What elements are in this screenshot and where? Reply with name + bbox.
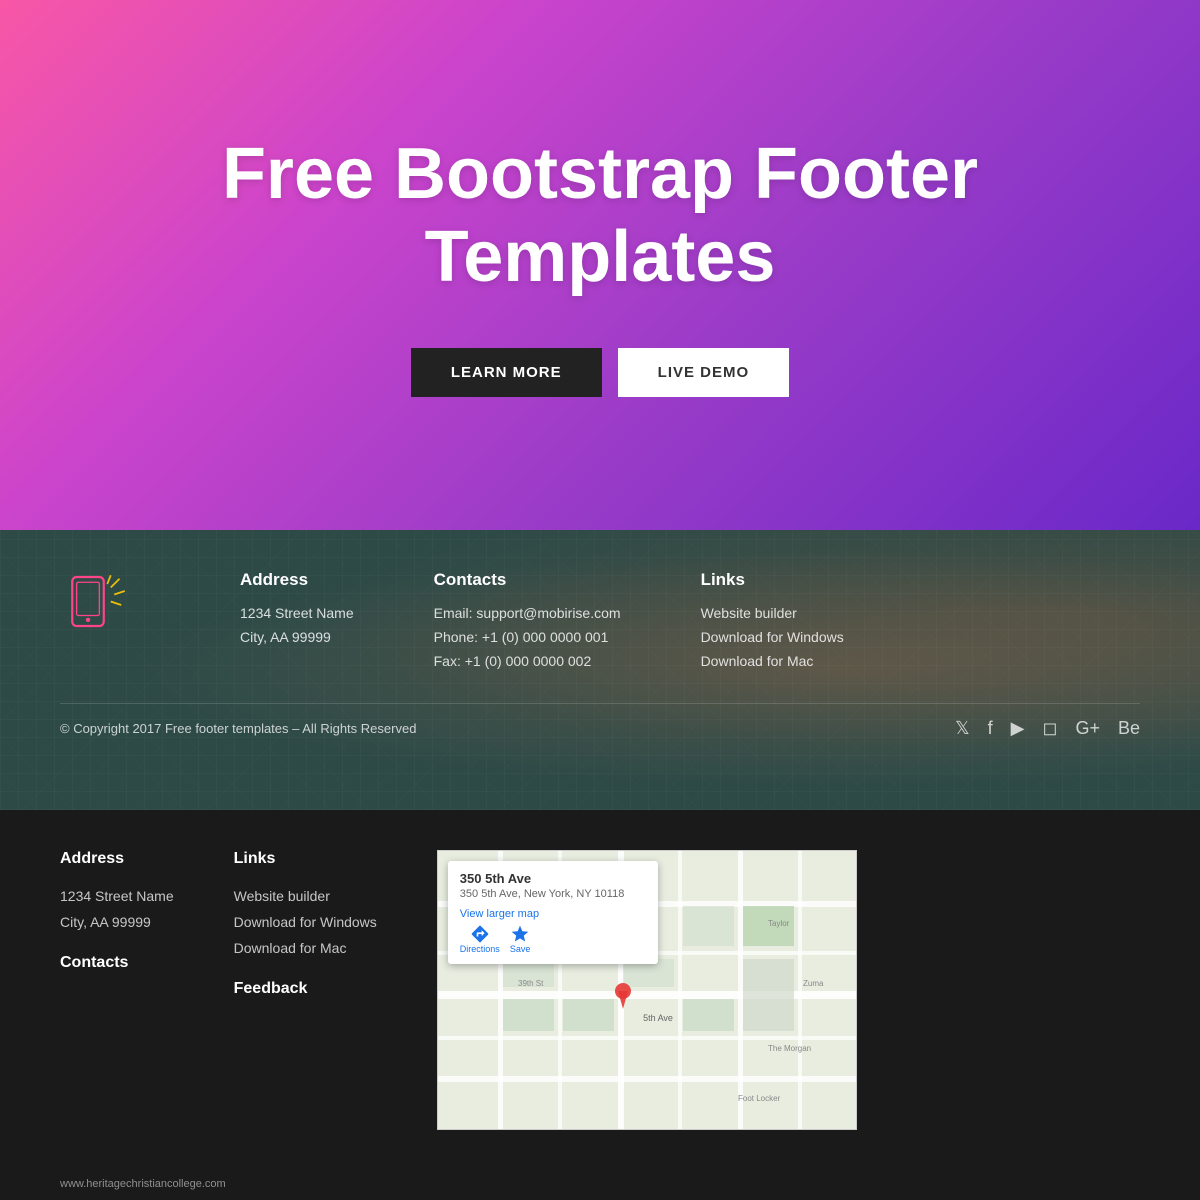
behance-icon[interactable]: Be bbox=[1118, 718, 1140, 739]
instagram-icon[interactable]: ◻ bbox=[1043, 718, 1058, 739]
footer-light-link2[interactable]: Download for Windows bbox=[234, 910, 377, 936]
footer-dark-section: Address 1234 Street Name City, AA 99999 … bbox=[0, 530, 1200, 810]
footer-dark-bottom: © Copyright 2017 Free footer templates –… bbox=[60, 703, 1140, 739]
map-popup: 350 5th Ave 350 5th Ave, New York, NY 10… bbox=[448, 861, 658, 964]
footer-light-contacts-heading: Contacts bbox=[60, 954, 174, 972]
map-popup-addr: 350 5th Ave, New York, NY 10118 bbox=[460, 888, 646, 900]
map-view-larger[interactable]: View larger map bbox=[460, 908, 646, 920]
footer-dark-link2[interactable]: Download for Windows bbox=[701, 626, 844, 650]
footer-light-address-line1: 1234 Street Name bbox=[60, 884, 174, 910]
map-container[interactable]: 5th Ave 39th St Taylor Zuma Foot Locker … bbox=[437, 850, 857, 1130]
footer-dark-links-col: Links Website builder Download for Windo… bbox=[701, 570, 844, 673]
footer-dark-content: Address 1234 Street Name City, AA 99999 … bbox=[0, 530, 1200, 759]
footer-light-feedback-heading: Feedback bbox=[234, 980, 377, 998]
live-demo-button[interactable]: LIVE DEMO bbox=[618, 348, 790, 397]
footer-light-links-heading: Links bbox=[234, 850, 377, 868]
footer-dark-contacts-heading: Contacts bbox=[434, 570, 621, 590]
map-popup-actions: Directions Save bbox=[460, 924, 646, 954]
hero-title: Free Bootstrap Footer Templates bbox=[40, 133, 1160, 299]
map-save-button[interactable]: Save bbox=[510, 924, 531, 954]
svg-text:39th St: 39th St bbox=[518, 979, 544, 988]
footer-social-icons: 𝕏 f ▶ ◻ G+ Be bbox=[955, 718, 1140, 739]
footer-dark-phone: Phone: +1 (0) 000 0000 001 bbox=[434, 626, 621, 650]
footer-dark-contacts-col: Contacts Email: support@mobirise.com Pho… bbox=[434, 570, 621, 673]
footer-light-section: Address 1234 Street Name City, AA 99999 … bbox=[0, 810, 1200, 1200]
svg-text:The Morgan: The Morgan bbox=[768, 1044, 811, 1053]
svg-text:5th Ave: 5th Ave bbox=[643, 1013, 673, 1023]
learn-more-button[interactable]: LEARN MORE bbox=[411, 348, 602, 397]
footer-light-link3[interactable]: Download for Mac bbox=[234, 936, 377, 962]
footer-light-links-col: Links Website builder Download for Windo… bbox=[234, 850, 377, 1014]
hero-section: Free Bootstrap Footer Templates LEARN MO… bbox=[0, 0, 1200, 530]
map-popup-title: 350 5th Ave bbox=[460, 871, 646, 886]
footer-dark-address-heading: Address bbox=[240, 570, 354, 590]
youtube-icon[interactable]: ▶ bbox=[1011, 718, 1025, 739]
footer-dark-address-line2: City, AA 99999 bbox=[240, 626, 354, 650]
footer-dark-address-col: Address 1234 Street Name City, AA 99999 bbox=[240, 570, 354, 650]
footer-dark-link1[interactable]: Website builder bbox=[701, 602, 844, 626]
footer-dark-link3[interactable]: Download for Mac bbox=[701, 650, 844, 674]
footer-dark-email: Email: support@mobirise.com bbox=[434, 602, 621, 626]
footer-dark-fax: Fax: +1 (0) 000 0000 002 bbox=[434, 650, 621, 674]
hero-buttons: LEARN MORE LIVE DEMO bbox=[411, 348, 789, 397]
website-url: www.heritagechristiancollege.com bbox=[60, 1178, 226, 1190]
footer-light-link1[interactable]: Website builder bbox=[234, 884, 377, 910]
footer-light-address-heading: Address bbox=[60, 850, 174, 868]
twitter-icon[interactable]: 𝕏 bbox=[955, 718, 970, 739]
svg-text:Zuma: Zuma bbox=[803, 979, 824, 988]
googleplus-icon[interactable]: G+ bbox=[1075, 718, 1100, 739]
footer-light-address-col: Address 1234 Street Name City, AA 99999 … bbox=[60, 850, 174, 988]
footer-dark-copyright: © Copyright 2017 Free footer templates –… bbox=[60, 721, 416, 736]
svg-text:Taylor: Taylor bbox=[768, 919, 790, 928]
mobile-logo-icon bbox=[60, 570, 130, 640]
svg-text:Foot Locker: Foot Locker bbox=[738, 1094, 781, 1103]
footer-dark-links-heading: Links bbox=[701, 570, 844, 590]
footer-dark-top: Address 1234 Street Name City, AA 99999 … bbox=[60, 570, 1140, 673]
footer-dark-address-line1: 1234 Street Name bbox=[240, 602, 354, 626]
footer-light-address-line2: City, AA 99999 bbox=[60, 910, 174, 936]
facebook-icon[interactable]: f bbox=[988, 718, 993, 739]
map-directions-button[interactable]: Directions bbox=[460, 924, 500, 954]
footer-logo bbox=[60, 570, 160, 645]
